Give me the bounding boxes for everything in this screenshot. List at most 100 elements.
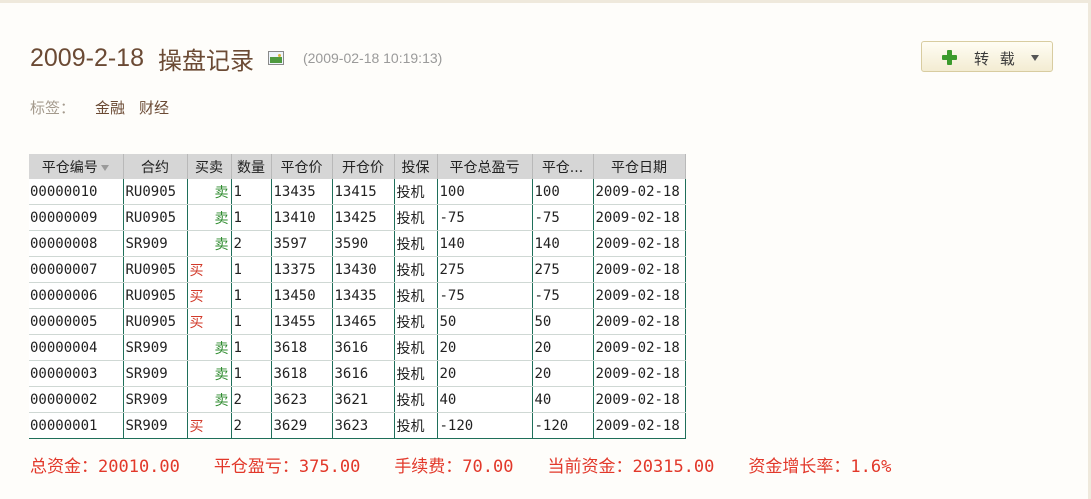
cell-side: 卖 xyxy=(187,204,232,231)
cell-total-pl: -75 xyxy=(437,282,533,309)
table-row[interactable]: 00000007 RU0905 买 1 13375 13430 投机 275 275 2009-0… xyxy=(29,256,686,283)
cell-hedge: 投机 xyxy=(394,334,438,361)
cell-date: 2009-02-18 xyxy=(593,412,686,439)
cell-open-price: 13435 xyxy=(332,282,395,309)
post-title: 2009-2-18 操盘记录 (2009-02-18 10:19:13) xyxy=(30,41,442,75)
cell-side: 卖 xyxy=(187,386,232,413)
table-row[interactable]: 00000010 RU0905 卖 1 13435 13415 投机 100 100 2009-0… xyxy=(29,179,686,205)
cell-qty: 2 xyxy=(231,230,272,257)
cell-open-price: 3616 xyxy=(332,334,395,361)
post-title-date: 2009-2-18 xyxy=(30,43,144,72)
cell-contract: RU0905 xyxy=(123,179,188,205)
cell-open-price: 3623 xyxy=(332,412,395,439)
column-header-qty[interactable]: 数量 xyxy=(231,154,272,179)
cell-date: 2009-02-18 xyxy=(593,308,686,335)
cell-id: 00000007 xyxy=(29,256,124,283)
column-header-close-price[interactable]: 平仓价 xyxy=(271,154,333,179)
cell-id: 00000006 xyxy=(29,282,124,309)
cell-close-price: 3629 xyxy=(271,412,333,439)
cell-id: 00000004 xyxy=(29,334,124,361)
cell-total-pl: 50 xyxy=(437,308,533,335)
cell-contract: SR909 xyxy=(123,230,188,257)
cell-hedge: 投机 xyxy=(394,256,438,283)
sort-icon xyxy=(100,164,109,171)
repost-label: 转 载 xyxy=(974,50,1018,68)
cell-hedge: 投机 xyxy=(394,179,438,205)
table-row[interactable]: 00000009 RU0905 卖 1 13410 13425 投机 -75 -75 2009-0… xyxy=(29,204,686,231)
table-row[interactable]: 00000008 SR909 卖 2 3597 3590 投机 140 140 2009-02-1… xyxy=(29,230,686,257)
cell-contract: SR909 xyxy=(123,386,188,413)
cell-qty: 1 xyxy=(231,334,272,361)
table-row[interactable]: 00000002 SR909 卖 2 3623 3621 投机 40 40 2009-02-18 xyxy=(29,386,686,413)
cell-contract: RU0905 xyxy=(123,282,188,309)
cell-qty: 1 xyxy=(231,179,272,205)
column-header-side[interactable]: 买卖 xyxy=(187,154,232,179)
summary-fee: 手续费：70.00 xyxy=(394,457,514,477)
cell-total-pl: 20 xyxy=(437,360,533,387)
column-header-total-pl[interactable]: 平仓总盈亏 xyxy=(437,154,533,179)
table-row[interactable]: 00000001 SR909 买 2 3629 3623 投机 -120 -120 2009-02… xyxy=(29,412,686,439)
cell-open-price: 13415 xyxy=(332,179,395,205)
cell-pl: 50 xyxy=(532,308,594,335)
cell-id: 00000001 xyxy=(29,412,124,439)
column-header-contract[interactable]: 合约 xyxy=(123,154,188,179)
cell-side: 买 xyxy=(187,308,232,335)
cell-close-price: 13410 xyxy=(271,204,333,231)
cell-date: 2009-02-18 xyxy=(593,334,686,361)
cell-hedge: 投机 xyxy=(394,282,438,309)
cell-close-price: 13455 xyxy=(271,308,333,335)
cell-close-price: 13375 xyxy=(271,256,333,283)
cell-date: 2009-02-18 xyxy=(593,230,686,257)
cell-side: 买 xyxy=(187,282,232,309)
tag-economy[interactable]: 财经 xyxy=(139,97,169,118)
cell-total-pl: 100 xyxy=(437,179,533,205)
table-row[interactable]: 00000006 RU0905 买 1 13450 13435 投机 -75 -75 2009-0… xyxy=(29,282,686,309)
cell-id: 00000010 xyxy=(29,179,124,205)
summary-total-funds: 总资金：20010.00 xyxy=(30,457,180,477)
cell-pl: 40 xyxy=(532,386,594,413)
tag-finance[interactable]: 金融 xyxy=(95,97,125,118)
cell-total-pl: 40 xyxy=(437,386,533,413)
cell-date: 2009-02-18 xyxy=(593,282,686,309)
cell-hedge: 投机 xyxy=(394,230,438,257)
summary-current-funds: 当前资金：20315.00 xyxy=(547,457,715,477)
cell-qty: 1 xyxy=(231,256,272,283)
cell-hedge: 投机 xyxy=(394,308,438,335)
cell-qty: 1 xyxy=(231,282,272,309)
column-header-pl[interactable]: 平仓... xyxy=(532,154,594,179)
column-header-date[interactable]: 平仓日期 xyxy=(593,154,686,179)
table-row[interactable]: 00000005 RU0905 买 1 13455 13465 投机 50 50 2009-02-… xyxy=(29,308,686,335)
table-row[interactable]: 00000003 SR909 卖 1 3618 3616 投机 20 20 2009-02-18 xyxy=(29,360,686,387)
cell-contract: RU0905 xyxy=(123,308,188,335)
post-timestamp: (2009-02-18 10:19:13) xyxy=(302,50,443,66)
cell-close-price: 13450 xyxy=(271,282,333,309)
cell-date: 2009-02-18 xyxy=(593,179,686,205)
summary-growth: 资金增长率：1.6% xyxy=(748,457,892,477)
cell-contract: SR909 xyxy=(123,412,188,439)
cell-side: 卖 xyxy=(187,179,232,205)
cell-total-pl: -120 xyxy=(437,412,533,439)
cell-side: 买 xyxy=(187,412,232,439)
cell-id: 00000003 xyxy=(29,360,124,387)
column-header-hedge[interactable]: 投保 xyxy=(394,154,438,179)
cell-date: 2009-02-18 xyxy=(593,360,686,387)
column-header-open-price[interactable]: 开仓价 xyxy=(332,154,395,179)
column-header-id[interactable]: 平仓编号 xyxy=(29,154,124,179)
cell-open-price: 3590 xyxy=(332,230,395,257)
caret-down-icon xyxy=(1031,55,1039,61)
repost-button[interactable]: 转 载 xyxy=(921,41,1053,72)
cell-hedge: 投机 xyxy=(394,412,438,439)
cell-open-price: 13465 xyxy=(332,308,395,335)
cell-open-price: 3621 xyxy=(332,386,395,413)
cell-close-price: 3618 xyxy=(271,360,333,387)
cell-total-pl: 140 xyxy=(437,230,533,257)
table-row[interactable]: 00000004 SR909 卖 1 3618 3616 投机 20 20 2009-02-18 xyxy=(29,334,686,361)
cell-pl: 20 xyxy=(532,334,594,361)
account-summary: 总资金：20010.00 平仓盈亏：375.00 手续费：70.00 当前资金：… xyxy=(30,452,925,477)
cell-open-price: 3616 xyxy=(332,360,395,387)
cell-close-price: 13435 xyxy=(271,179,333,205)
cell-date: 2009-02-18 xyxy=(593,386,686,413)
cell-qty: 1 xyxy=(231,308,272,335)
cell-pl: 20 xyxy=(532,360,594,387)
cell-hedge: 投机 xyxy=(394,386,438,413)
